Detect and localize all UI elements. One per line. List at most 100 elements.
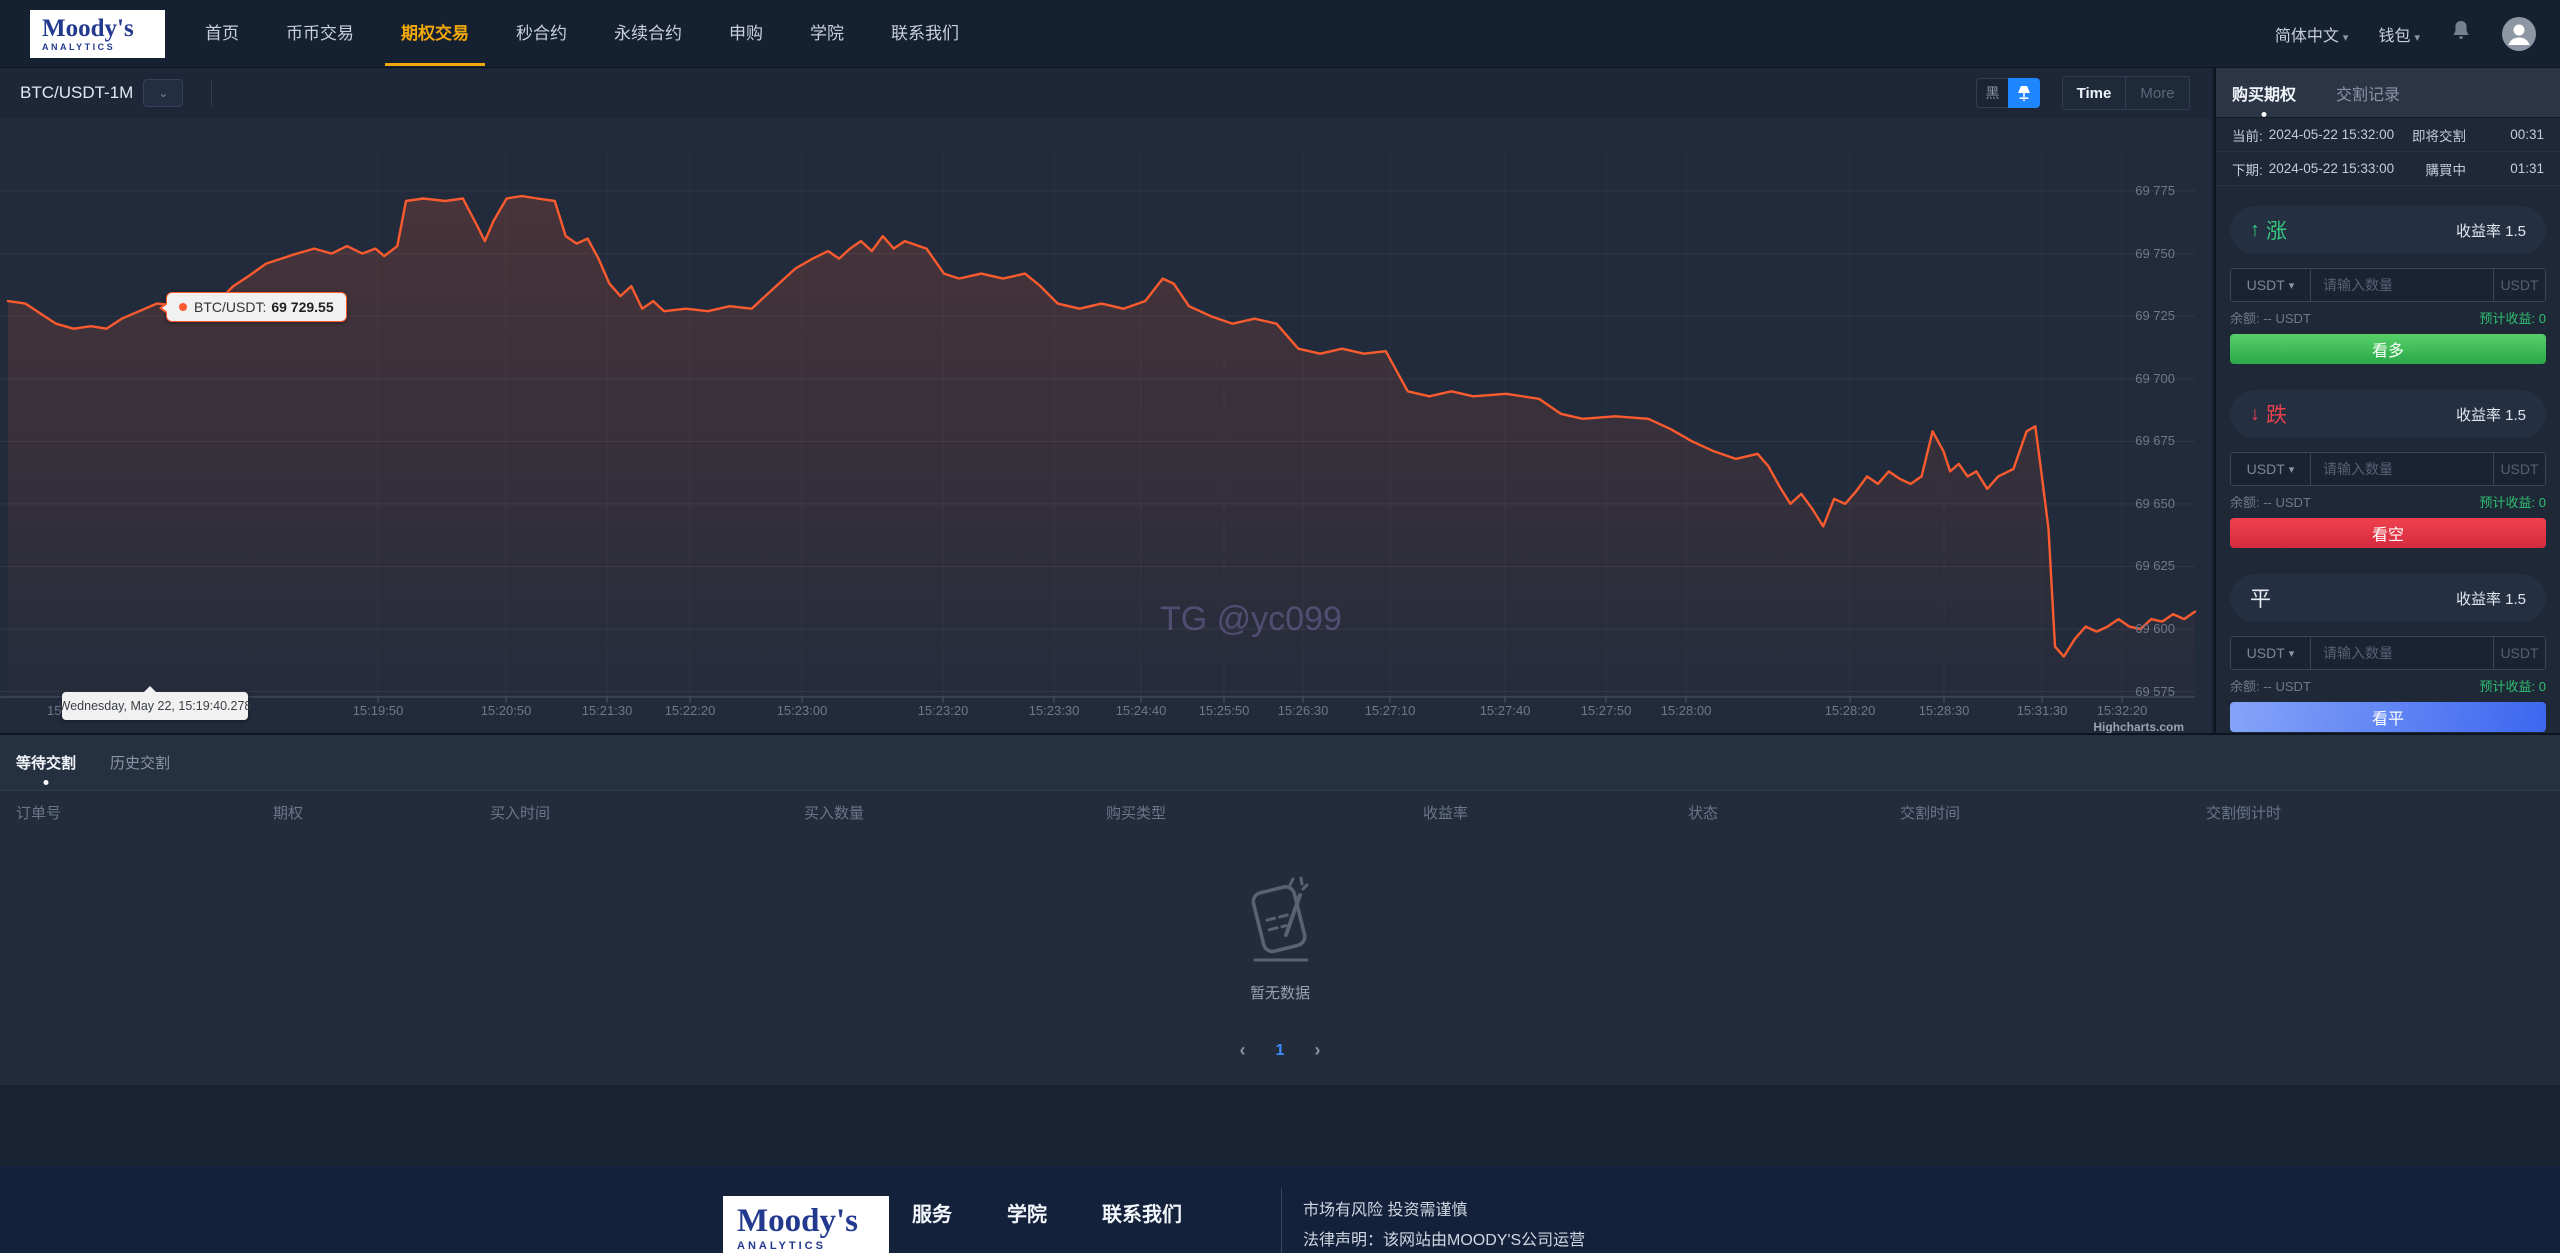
nav-items: 首页 币币交易 期权交易 秒合约 永续合约 申购 学院 联系我们 <box>205 0 959 68</box>
theme-dark-option[interactable]: 黑 <box>1976 78 2008 108</box>
x-axis-label: 15:19:50 <box>352 703 404 718</box>
nav-item-seconds-contract[interactable]: 秒合约 <box>516 0 567 68</box>
x-axis-label: 15:31:30 <box>2016 703 2068 718</box>
currency-select[interactable]: USDT ▾ <box>2231 453 2311 485</box>
trade-panel-tabs: 购买期权 交割记录 <box>2216 68 2560 118</box>
x-axis-label: 15:26:30 <box>1277 703 1329 718</box>
orders-column-header: 订单号 <box>16 804 62 822</box>
arrow-up-icon: ↑ <box>2250 218 2260 241</box>
direction-name: 涨 <box>2266 220 2287 243</box>
x-axis-label: 15:28:30 <box>1918 703 1970 718</box>
next-page-button[interactable]: › <box>1314 1040 1320 1061</box>
price-tooltip-pair: BTC/USDT: <box>194 299 267 315</box>
footer-legal-text: 法律声明：该网站由MOODY'S公司运营 <box>1303 1232 1586 1249</box>
currency-select[interactable]: USDT ▾ <box>2231 637 2311 669</box>
time-mode-button[interactable]: Time <box>2062 76 2126 110</box>
x-axis-label: 15:28:00 <box>1660 703 1712 718</box>
footer-link[interactable]: 联系我们 <box>1102 1198 1182 1227</box>
amount-input-down[interactable] <box>2311 453 2493 485</box>
arrow-down-icon: ↓ <box>2250 402 2260 425</box>
next-status: 購買中 <box>2425 162 2467 178</box>
order-button-flat[interactable]: 看平 <box>2230 702 2546 732</box>
nav-item-perpetual-contract[interactable]: 永续合约 <box>614 0 682 68</box>
language-selector[interactable]: 简体中文 ▾ <box>2275 22 2349 46</box>
orders-column-header: 交割时间 <box>1900 804 1961 822</box>
chevron-down-icon: ▾ <box>2288 647 2295 660</box>
nav-item-academy[interactable]: 学院 <box>810 0 844 68</box>
highcharts-credit[interactable]: Highcharts.com <box>2093 720 2184 733</box>
currency-select[interactable]: USDT ▾ <box>2231 269 2311 301</box>
user-avatar[interactable] <box>2502 16 2536 51</box>
prev-page-button[interactable]: ‹ <box>1240 1040 1246 1061</box>
pagination: ‹ 1 › <box>0 1040 2560 1061</box>
nav-item-subscribe[interactable]: 申购 <box>729 0 763 68</box>
trade-sections: ↑涨收益率 1.5USDT▾USDT余额: -- USDT预计收益: 0看多↓跌… <box>2216 186 2560 732</box>
chart-mode-buttons: Time More <box>2062 76 2190 110</box>
nav-item-spot-trading[interactable]: 币币交易 <box>286 0 354 68</box>
y-axis-label: 69 600 <box>2135 621 2175 637</box>
footer-link[interactable]: 学院 <box>1007 1198 1047 1227</box>
chevron-down-icon: ▾ <box>2342 31 2349 44</box>
footer-logo-subtitle: ANALYTICS <box>737 1240 826 1252</box>
estimated-profit: 预计收益: 0 <box>2479 310 2546 326</box>
y-axis-label: 69 575 <box>2135 683 2175 699</box>
spacer-strip <box>0 1085 2560 1166</box>
symbol-dropdown[interactable]: ⌄ <box>143 79 184 107</box>
lamp-icon[interactable] <box>2008 78 2040 108</box>
toolbar-divider <box>211 80 213 106</box>
current-time: 2024-05-22 15:32:00 <box>2268 127 2395 142</box>
direction-name: 平 <box>2250 588 2271 611</box>
amount-input-flat[interactable] <box>2311 637 2493 669</box>
x-axis-label: 15:23:00 <box>776 703 828 718</box>
tab-buy-options[interactable]: 购买期权 <box>2232 81 2296 117</box>
price-chart[interactable]: 69 775 69 750 69 725 69 700 69 675 69 650 69 6… <box>0 118 2212 733</box>
notification-bell-icon[interactable] <box>2450 19 2472 48</box>
balance-label: 余额: -- USDT <box>2230 494 2311 510</box>
x-axis-label: 15:27:40 <box>1479 703 1531 718</box>
page-footer: Moody's ANALYTICS 服务 学院 联系我们 市场有风险 投资需谨慎 法… <box>0 1166 2560 1253</box>
wallet-menu[interactable]: 钱包 ▾ <box>2378 22 2420 46</box>
tab-history-delivery[interactable]: 历史交割 <box>110 752 170 773</box>
order-button-down[interactable]: 看空 <box>2230 518 2546 548</box>
balance-row: 余额: -- USDT 预计收益: 0 <box>2230 308 2546 326</box>
order-button-up[interactable]: 看多 <box>2230 334 2546 364</box>
x-axis-label: 15:23:20 <box>917 703 969 718</box>
chart-canvas <box>0 190 2197 703</box>
chevron-down-icon: ▾ <box>2288 279 2295 292</box>
price-tooltip-value: 69 729.55 <box>271 299 334 315</box>
trade-panel: 购买期权 交割记录 当前: 2024-05-22 15:32:00 即将交割 0… <box>2214 68 2560 733</box>
x-axis-label: 15:22:20 <box>664 703 716 718</box>
trade-section-down: ↓ 跌 收益率 1.5 USDT▾ USDT 余额: -- USDT 预计收益: 0 看空 <box>2230 390 2546 548</box>
chevron-down-icon: ▾ <box>2288 463 2295 476</box>
more-mode-button[interactable]: More <box>2126 76 2190 110</box>
amount-input-up[interactable] <box>2311 269 2493 301</box>
active-tab-dot <box>43 780 49 785</box>
nav-item-contact[interactable]: 联系我们 <box>891 0 959 68</box>
nav-right: 简体中文 ▾ 钱包 ▾ <box>2275 16 2536 51</box>
orders-table-header: 订单号 期权 买入时间 买入数量 购买类型 收益率 状态 交割时间 交割倒计时 <box>0 791 2560 833</box>
x-axis-label: 15:20:50 <box>480 703 532 718</box>
orders-column-header: 状态 <box>1688 804 1719 822</box>
tab-delivery-records[interactable]: 交割记录 <box>2336 81 2400 105</box>
page-number[interactable]: 1 <box>1276 1042 1285 1060</box>
orders-column-header: 买入时间 <box>490 804 551 822</box>
footer-logo: Moody's ANALYTICS <box>723 1196 889 1253</box>
direction-header-flat: 平 收益率 1.5 <box>2230 574 2546 622</box>
footer-divider <box>1281 1188 1282 1253</box>
brand-logo[interactable]: Moody's ANALYTICS <box>30 9 165 58</box>
x-axis-label: 15:21:30 <box>581 703 633 718</box>
app-root: Moody's ANALYTICS 首页 币币交易 期权交易 秒合约 永续合约 申购 学院联… <box>0 0 2560 1253</box>
x-axis-label: 15:28:20 <box>1824 703 1876 718</box>
y-axis-label: 69 775 <box>2135 183 2175 198</box>
nav-item-options-trading[interactable]: 期权交易 <box>385 0 485 68</box>
tab-pending-delivery[interactable]: 等待交割 <box>16 752 76 785</box>
current-countdown: 00:31 <box>2510 127 2544 142</box>
footer-risk-text: 市场有风险 投资需谨慎 <box>1303 1202 1468 1219</box>
price-tooltip: BTC/USDT: 69 729.55 <box>159 292 347 322</box>
nav-item-home[interactable]: 首页 <box>205 0 239 68</box>
theme-toggle[interactable]: 黑 <box>1976 78 2040 108</box>
balance-label: 余额: -- USDT <box>2230 310 2311 326</box>
no-data-label: 暂无数据 <box>1249 985 1310 1002</box>
current-status: 即将交割 <box>2412 128 2466 144</box>
footer-link[interactable]: 服务 <box>912 1198 952 1227</box>
